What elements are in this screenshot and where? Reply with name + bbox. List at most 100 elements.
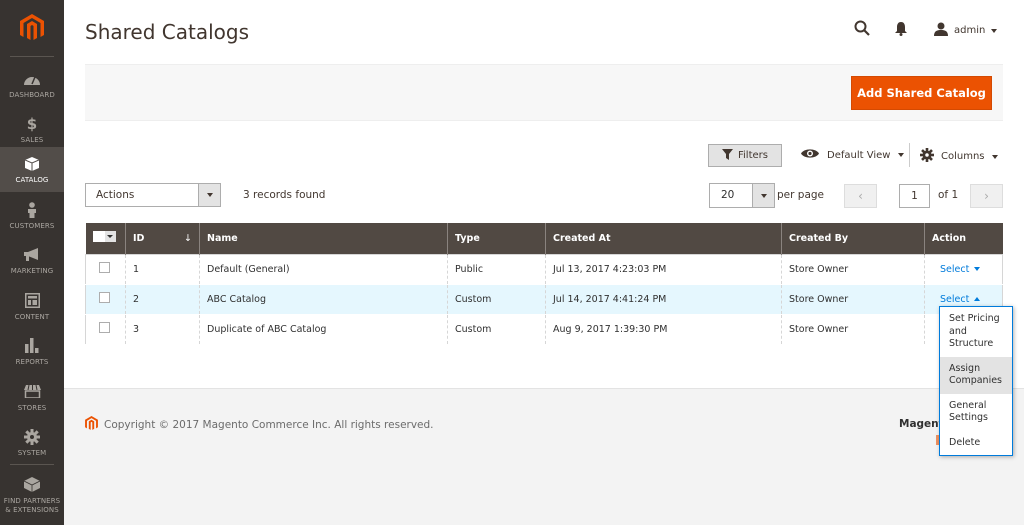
default-view-dropdown[interactable]: Default View — [801, 148, 905, 162]
row-checkbox[interactable] — [99, 322, 110, 333]
row-action-menu: Set Pricing and Structure Assign Compani… — [939, 306, 1013, 456]
row-checkbox[interactable] — [99, 292, 110, 303]
sidebar-item-stores[interactable]: STORES — [0, 375, 64, 420]
columns-dropdown[interactable]: Columns — [920, 148, 998, 165]
chevron-down-icon — [198, 184, 220, 206]
sidebar-item-marketing[interactable]: MARKETING — [0, 238, 64, 283]
cell-type: Custom — [447, 314, 546, 345]
sidebar-item-find-partners[interactable]: FIND PARTNERS & EXTENSIONS — [0, 470, 64, 520]
previous-page-button[interactable]: ‹ — [844, 184, 877, 208]
cell-type: Custom — [447, 284, 546, 315]
copyright: Copyright © 2017 Magento Commerce Inc. A… — [85, 416, 434, 434]
dollar-icon: $ — [26, 114, 38, 133]
cell-type: Public — [447, 254, 546, 285]
cell-created-at: Aug 9, 2017 1:39:30 PM — [545, 314, 782, 345]
column-header-type[interactable]: Type — [447, 223, 546, 254]
sidebar-item-label: REPORTS — [15, 357, 49, 366]
mass-actions-select[interactable]: Actions — [85, 183, 221, 207]
admin-username: admin — [954, 25, 986, 36]
cell-id: 1 — [125, 254, 200, 285]
menu-item-general-settings[interactable]: General Settings — [940, 394, 1012, 431]
layout-icon — [24, 292, 40, 310]
mass-select-checkbox[interactable] — [92, 231, 116, 243]
gear-icon — [920, 148, 934, 165]
magento-logo[interactable] — [0, 0, 64, 56]
column-header-name[interactable]: Name — [199, 223, 448, 254]
store-icon — [23, 383, 41, 401]
table-row[interactable]: 2 ABC Catalog Custom Jul 14, 2017 4:41:2… — [85, 284, 1003, 315]
sidebar-item-label: FIND PARTNERS — [3, 496, 61, 505]
sidebar-item-catalog[interactable]: CATALOG — [0, 147, 64, 192]
cell-created-by: Store Owner — [781, 254, 925, 285]
records-found: 3 records found — [243, 189, 326, 201]
sidebar-item-system[interactable]: SYSTEM — [0, 420, 64, 465]
shared-catalogs-grid: ID ↓ Name Type Created At Created By Acti… — [85, 223, 1003, 345]
cell-created-by: Store Owner — [781, 284, 925, 315]
page-number-input[interactable]: 1 — [899, 184, 930, 208]
search-icon[interactable] — [854, 20, 870, 39]
menu-item-assign-companies[interactable]: Assign Companies — [940, 356, 1012, 394]
chevron-down-icon — [752, 184, 774, 207]
chevron-up-icon — [974, 297, 981, 301]
copyright-text: Copyright © 2017 Magento Commerce Inc. A… — [104, 419, 434, 431]
cell-created-at: Jul 13, 2017 4:23:03 PM — [545, 254, 782, 285]
sidebar-item-label: SYSTEM — [17, 448, 47, 457]
admin-user-menu[interactable]: admin — [934, 22, 998, 39]
filters-button[interactable]: Filters — [708, 144, 782, 167]
box-icon — [25, 155, 39, 173]
bell-icon[interactable] — [895, 22, 907, 39]
sidebar-item-label: MARKETING — [10, 266, 54, 275]
eye-icon — [801, 148, 819, 162]
cell-name: Default (General) — [199, 254, 448, 285]
sidebar-item-label: CONTENT — [14, 312, 50, 321]
sidebar-item-label: SALES — [20, 135, 44, 144]
columns-label: Columns — [941, 151, 985, 162]
cell-id: 2 — [125, 284, 200, 315]
mass-select-header[interactable] — [85, 223, 126, 254]
user-icon — [934, 22, 948, 39]
sidebar-divider — [10, 56, 54, 57]
chevron-down-icon — [991, 28, 998, 33]
next-page-button[interactable]: › — [970, 184, 1003, 208]
per-page-value: 20 — [721, 189, 735, 201]
dashboard-icon — [24, 70, 40, 88]
sidebar-item-label: STORES — [17, 403, 47, 412]
funnel-icon — [722, 148, 733, 163]
sidebar-item-content[interactable]: CONTENT — [0, 284, 64, 329]
page-total: of 1 — [938, 189, 959, 201]
table-row[interactable]: 1 Default (General) Public Jul 13, 2017 … — [85, 254, 1003, 285]
row-action-select[interactable]: Select — [932, 294, 981, 305]
sidebar-item-label: CATALOG — [15, 175, 49, 184]
row-checkbox[interactable] — [99, 262, 110, 273]
magento-logo-icon — [85, 416, 98, 434]
bar-chart-icon — [25, 337, 39, 355]
menu-item-delete[interactable]: Delete — [940, 431, 1012, 456]
per-page-select[interactable]: 20 — [709, 183, 775, 208]
sidebar-item-label: & EXTENSIONS — [5, 505, 59, 514]
menu-item-set-pricing[interactable]: Set Pricing and Structure — [940, 307, 1012, 357]
add-shared-catalog-button[interactable]: Add Shared Catalog — [851, 76, 992, 110]
gear-icon — [24, 428, 40, 446]
table-row[interactable]: 3 Duplicate of ABC Catalog Custom Aug 9,… — [85, 314, 1003, 345]
row-action-select[interactable]: Select — [932, 264, 981, 275]
sidebar-item-reports[interactable]: REPORTS — [0, 329, 64, 374]
magento-logo-icon — [20, 14, 44, 40]
column-header-created-at[interactable]: Created At — [545, 223, 782, 254]
page-title: Shared Catalogs — [85, 20, 249, 44]
cell-name: ABC Catalog — [199, 284, 448, 315]
sidebar-item-label: CUSTOMERS — [9, 221, 55, 230]
chevron-down-icon — [991, 154, 998, 159]
page-footer: Copyright © 2017 Magento Commerce Inc. A… — [64, 388, 1024, 525]
sidebar-item-customers[interactable]: CUSTOMERS — [0, 193, 64, 238]
sidebar-item-sales[interactable]: $ SALES — [0, 107, 64, 152]
extensions-icon — [24, 476, 40, 494]
toolbar-divider — [909, 143, 910, 167]
sidebar-item-label: DASHBOARD — [9, 90, 55, 99]
sort-desc-icon: ↓ — [184, 232, 192, 244]
column-header-created-by[interactable]: Created By — [781, 223, 925, 254]
chevron-down-icon — [974, 267, 981, 271]
sidebar-item-dashboard[interactable]: DASHBOARD — [0, 62, 64, 107]
column-header-id[interactable]: ID ↓ — [125, 223, 200, 254]
column-header-action: Action — [924, 223, 1003, 254]
per-page-label: per page — [777, 189, 825, 201]
